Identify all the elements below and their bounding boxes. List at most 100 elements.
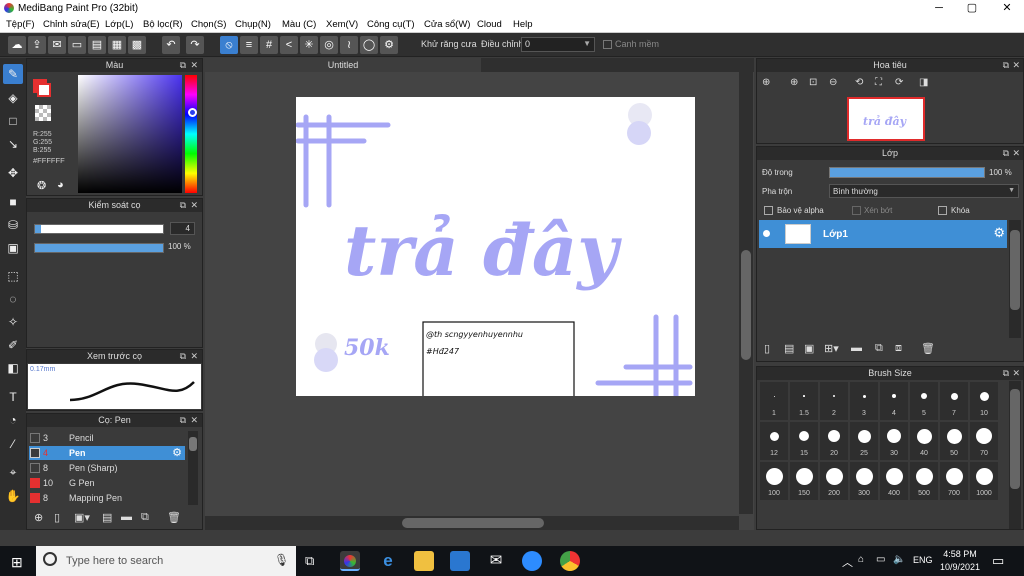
brush-size-cell[interactable]: 12 — [760, 422, 788, 460]
snap-checkbox[interactable] — [603, 40, 612, 49]
close-icon[interactable]: ✕ — [1012, 59, 1020, 72]
redo-icon[interactable]: ↷ — [186, 36, 204, 54]
brush-size-cell[interactable]: 100 — [760, 462, 788, 500]
hue-handle[interactable] — [188, 108, 197, 117]
detach-icon[interactable]: ⧉ — [180, 414, 186, 427]
radial-snap-icon[interactable]: ✳ — [300, 36, 318, 54]
close-icon[interactable]: ✕ — [1012, 147, 1020, 160]
vertical-scrollbar[interactable] — [739, 72, 753, 514]
save-icon[interactable]: ▤ — [88, 36, 106, 54]
menu-view[interactable]: Xem(V) — [326, 19, 358, 30]
zoom-in-icon[interactable]: ⊕ — [762, 77, 770, 88]
bucket-tool-icon[interactable]: ⛁ — [3, 215, 23, 235]
layer-opacity-slider[interactable] — [829, 167, 985, 178]
horizontal-scrollbar[interactable] — [205, 516, 739, 530]
maximize-button[interactable]: ▢ — [955, 0, 989, 17]
brush-size-cell[interactable]: 30 — [880, 422, 908, 460]
grid-icon[interactable]: ▩ — [128, 36, 146, 54]
store-icon[interactable] — [450, 551, 470, 571]
cloud-icon[interactable]: ☁ — [8, 36, 26, 54]
vertical-scroll-thumb[interactable] — [741, 250, 751, 360]
brush-size-cell[interactable]: 15 — [790, 422, 818, 460]
detach-icon[interactable]: ⧉ — [1003, 59, 1009, 72]
cross-snap-icon[interactable]: # — [260, 36, 278, 54]
parallel-snap-icon[interactable]: ≡ — [240, 36, 258, 54]
brush-item[interactable]: 3 Pencil — [29, 431, 185, 445]
rotate-right-icon[interactable]: ⟳ — [895, 77, 903, 88]
snap-off-icon[interactable]: ⦸ — [220, 36, 238, 54]
brush-size-cell[interactable]: 700 — [940, 462, 968, 500]
balloon-tool-icon[interactable]: ◔ — [3, 410, 23, 430]
taskbar-search[interactable]: Type here to search 🎙 — [36, 546, 296, 576]
new-8bit-layer-icon[interactable]: ▣ — [804, 342, 814, 355]
trash-icon[interactable]: 🗑 — [921, 342, 935, 355]
close-icon[interactable]: ✕ — [190, 350, 198, 363]
brush-size-cell[interactable]: 10 — [970, 382, 998, 420]
brush-size-cell[interactable]: 1000 — [970, 462, 998, 500]
brush-item[interactable]: 8 Pen (Sharp) — [29, 461, 185, 475]
protect-alpha-checkbox[interactable] — [764, 206, 773, 215]
navigator-thumbnail[interactable]: trả đây — [847, 97, 925, 141]
brush-size-cell[interactable]: 150 — [790, 462, 818, 500]
zoom-out-icon[interactable]: ⊖ — [829, 77, 837, 88]
clock-time[interactable]: 4:58 PM — [940, 549, 980, 559]
menu-capture[interactable]: Chụp(N) — [235, 19, 271, 30]
new-brush-icon[interactable]: ▯ — [54, 511, 60, 524]
ellipse-snap-icon[interactable]: ◯ — [360, 36, 378, 54]
brush-item[interactable]: 10 G Pen — [29, 476, 185, 490]
layer-scrollbar[interactable] — [1009, 220, 1021, 338]
brush-size-cell[interactable]: 20 — [820, 422, 848, 460]
brush-size-cell[interactable]: 200 — [820, 462, 848, 500]
new-halftone-layer-icon[interactable]: ▤ — [784, 342, 794, 355]
folder-icon[interactable]: ▬ — [851, 342, 862, 354]
brush-size-cell[interactable]: 1 — [760, 382, 788, 420]
brush-menu-icon[interactable]: ▣▾ — [74, 511, 90, 524]
network-icon[interactable]: ⌂ — [858, 554, 864, 565]
settings-gear-icon[interactable]: ⚙ — [380, 36, 398, 54]
material-icon[interactable]: ▦ — [108, 36, 126, 54]
duplicate-icon[interactable]: ⧉ — [141, 511, 149, 524]
lock-checkbox[interactable] — [938, 206, 947, 215]
undo-icon[interactable]: ↶ — [162, 36, 180, 54]
gear-icon[interactable]: ⚙ — [993, 225, 1005, 241]
folder-icon[interactable]: ▬ — [121, 511, 132, 523]
detach-icon[interactable]: ⧉ — [180, 59, 186, 72]
brush-opacity-slider[interactable] — [34, 243, 164, 253]
transparent-swatch[interactable] — [35, 105, 51, 121]
volume-icon[interactable]: 🔈 — [893, 554, 905, 565]
divide-tool-icon[interactable]: ⁄ — [3, 434, 23, 454]
minimize-button[interactable]: ─ — [922, 0, 956, 17]
vanishing-snap-icon[interactable]: < — [280, 36, 298, 54]
brush-size-cell[interactable]: 50 — [940, 422, 968, 460]
hue-slider[interactable] — [185, 75, 197, 193]
menu-tools[interactable]: Công cụ(T) — [367, 19, 415, 30]
move-tool-icon[interactable]: ✥ — [3, 163, 23, 183]
brush-settings-icon[interactable]: ▤ — [102, 511, 112, 524]
menu-cloud[interactable]: Cloud — [477, 19, 502, 30]
layer-row-selected[interactable]: Lớp1 ⚙ — [759, 220, 1007, 248]
comment-icon[interactable]: ✉ — [48, 36, 66, 54]
reset-icon[interactable]: ⛶ — [875, 77, 882, 88]
brush-list-scrollbar[interactable] — [188, 431, 198, 505]
chevron-up-icon[interactable]: ︿ — [842, 554, 853, 570]
menu-edit[interactable]: Chỉnh sửa(E) — [43, 19, 100, 30]
menu-help[interactable]: Help — [513, 19, 533, 30]
brush-size-cell[interactable]: 300 — [850, 462, 878, 500]
brush-size-cell[interactable]: 7 — [940, 382, 968, 420]
flip-icon[interactable]: ◨ — [919, 77, 928, 88]
windows-start-icon[interactable]: ⊞ — [11, 554, 23, 571]
horizontal-scroll-thumb[interactable] — [402, 518, 544, 528]
task-view-icon[interactable]: ⧉ — [305, 553, 314, 569]
curve-snap-icon[interactable]: ≀ — [340, 36, 358, 54]
fit-icon[interactable]: ⊡ — [809, 77, 817, 88]
duplicate-layer-icon[interactable]: ⧉ — [875, 342, 883, 355]
trash-icon[interactable]: 🗑 — [167, 511, 181, 524]
clipping-checkbox[interactable] — [852, 206, 861, 215]
brush-size-cell[interactable]: 1.5 — [790, 382, 818, 420]
hand-tool-icon[interactable]: ✋ — [3, 486, 23, 506]
text-tool-icon[interactable]: T — [3, 387, 23, 407]
eraser-tool-icon[interactable]: ◈ — [3, 88, 23, 108]
blend-mode-dropdown[interactable]: Bình thường ▼ — [829, 184, 1019, 198]
brush-size-cell[interactable]: 25 — [850, 422, 878, 460]
menu-select[interactable]: Chọn(S) — [191, 19, 226, 30]
